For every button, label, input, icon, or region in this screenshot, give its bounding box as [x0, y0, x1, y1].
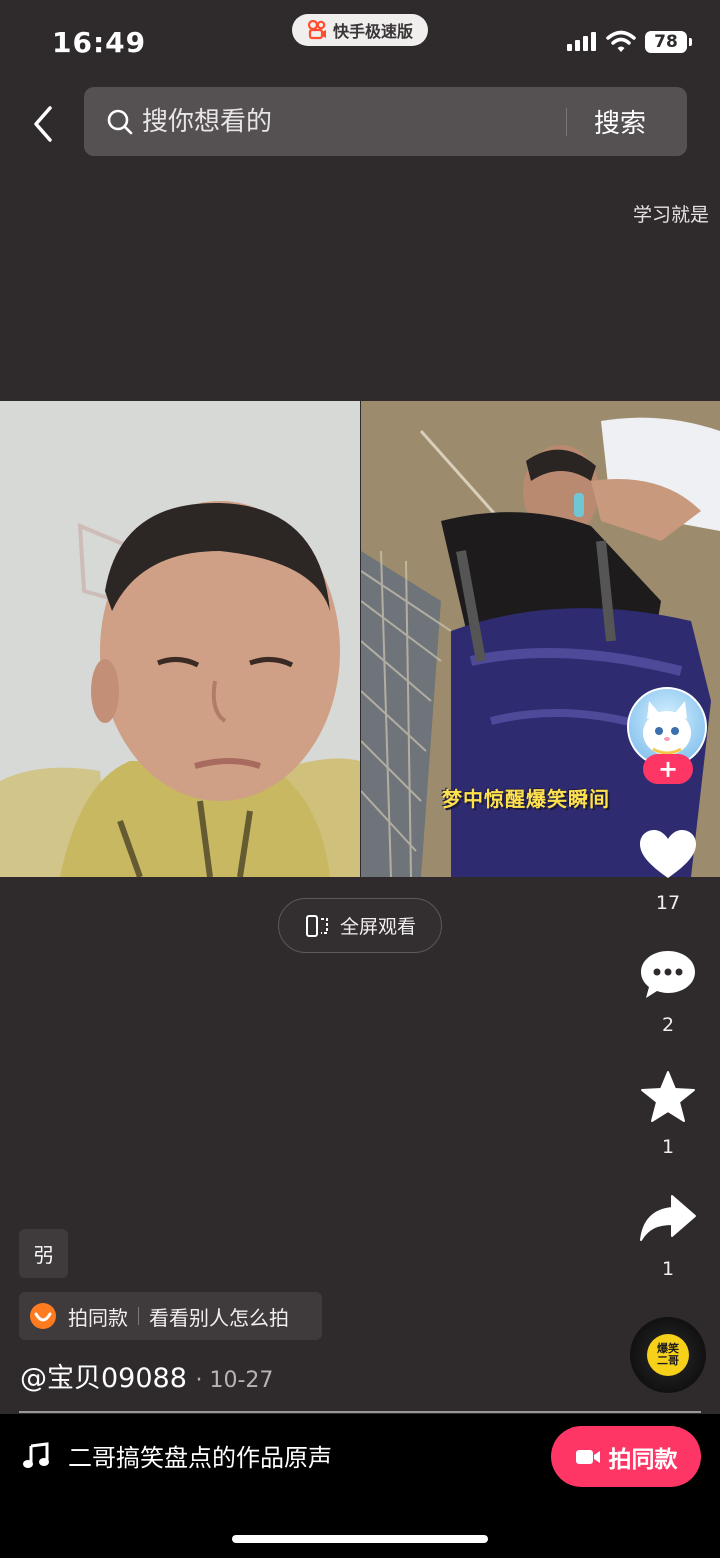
- like-count: 17: [655, 892, 681, 914]
- search-bar[interactable]: 搜索: [84, 87, 687, 156]
- wifi-icon: [606, 30, 636, 52]
- see-others-label: 看看别人怎么拍: [149, 1305, 289, 1330]
- kuaishou-logo-icon: [307, 20, 326, 40]
- search-button[interactable]: 搜索: [594, 103, 646, 140]
- same-style-icon: [30, 1303, 56, 1329]
- video-left-panel: [0, 401, 360, 877]
- video-player[interactable]: [0, 401, 720, 877]
- camera-icon: [575, 1449, 600, 1464]
- search-input[interactable]: [142, 106, 552, 137]
- comment-count: 2: [661, 1014, 675, 1036]
- author-line[interactable]: @宝贝09088 · 10-27: [20, 1356, 273, 1395]
- same-style-label: 拍同款: [68, 1305, 128, 1330]
- search-icon: [107, 109, 133, 134]
- post-date: 10-27: [209, 1368, 274, 1393]
- fullscreen-icon: [305, 914, 328, 937]
- share-icon[interactable]: [638, 1192, 698, 1246]
- music-disc-cover: 爆笑 二哥: [647, 1334, 689, 1376]
- share-count: 1: [661, 1258, 675, 1280]
- home-indicator[interactable]: [232, 1535, 488, 1543]
- signal-icon: [567, 32, 596, 51]
- disc-text-bottom: 二哥: [657, 1354, 679, 1367]
- chip-divider: [138, 1307, 139, 1325]
- follow-button[interactable]: +: [643, 754, 693, 784]
- back-arrow-icon[interactable]: [30, 104, 64, 144]
- music-title[interactable]: 二哥搞笑盘点的作品原声: [68, 1438, 332, 1473]
- tag-chip[interactable]: 弜: [19, 1229, 68, 1278]
- music-note-icon: [23, 1442, 49, 1468]
- same-style-chip[interactable]: 拍同款 看看别人怎么拍: [19, 1292, 322, 1340]
- person-face-image: [0, 401, 360, 877]
- shoot-same-label: 拍同款: [608, 1446, 678, 1473]
- favorite-count: 1: [661, 1136, 675, 1158]
- battery-indicator: 78: [645, 31, 692, 53]
- fullscreen-button[interactable]: 全屏观看: [278, 898, 442, 953]
- search-divider: [566, 107, 567, 136]
- heart-icon[interactable]: [638, 828, 698, 882]
- music-disc[interactable]: 爆笑 二哥: [630, 1317, 706, 1393]
- marquee-text: 学习就是: [633, 204, 710, 226]
- shoot-same-button[interactable]: 拍同款: [551, 1426, 701, 1487]
- app-pill[interactable]: 快手极速版: [292, 14, 428, 46]
- fullscreen-label: 全屏观看: [339, 916, 416, 938]
- app-name: 快手极速版: [332, 22, 413, 41]
- star-icon[interactable]: [638, 1070, 698, 1124]
- status-time: 16:49: [52, 26, 147, 59]
- author-name[interactable]: @宝贝09088: [20, 1363, 187, 1394]
- video-caption: 梦中惊醒爆笑瞬间: [442, 787, 610, 811]
- comment-icon[interactable]: [638, 948, 698, 1002]
- video-progress-bar[interactable]: [19, 1411, 701, 1413]
